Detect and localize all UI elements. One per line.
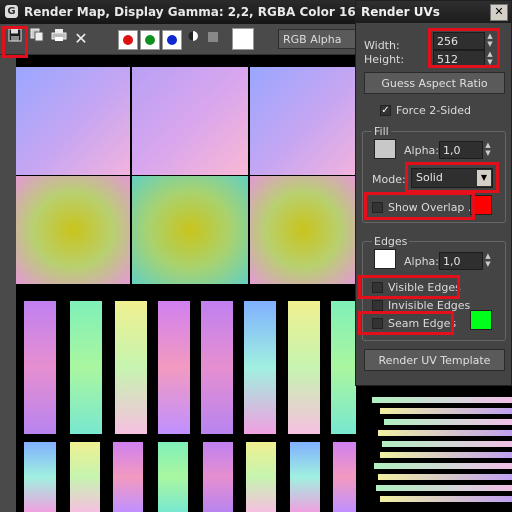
render-uv-template-button[interactable]: Render UV Template (364, 349, 505, 371)
close-icon[interactable]: ✕ (490, 4, 508, 21)
render-uvs-dialog: Render UVs ✕ Width: 256 ▲ ▼ Height: 512 ▲… (355, 0, 512, 386)
render-uvs-title-bar: Render UVs ✕ (356, 1, 511, 23)
mono-icon[interactable] (182, 28, 204, 50)
green-channel-toggle[interactable] (140, 30, 160, 50)
fill-alpha-spinner-icon[interactable]: ▲ ▼ (483, 141, 493, 159)
overlap-color-swatch[interactable] (470, 195, 492, 215)
invisible-edges-checkbox[interactable] (372, 300, 383, 311)
edges-group-title: Edges (372, 235, 410, 248)
guess-aspect-ratio-button[interactable]: Guess Aspect Ratio (364, 72, 505, 94)
mode-dropdown[interactable]: Solid ▼ (411, 168, 493, 188)
background-color-swatch[interactable] (232, 28, 254, 50)
height-input[interactable]: 512 (433, 50, 485, 68)
clear-icon[interactable]: ✕ (70, 28, 92, 50)
visible-edges-checkbox[interactable] (372, 282, 383, 293)
edges-alpha-label: Alpha: (404, 255, 439, 268)
fill-color-swatch[interactable] (374, 139, 396, 159)
show-overlap-checkbox[interactable] (372, 202, 383, 213)
force-two-sided-checkbox[interactable]: ✓ (380, 105, 391, 116)
canvas-left-border (0, 55, 16, 512)
edges-alpha-input[interactable]: 1,0 (439, 252, 483, 270)
fill-alpha-input[interactable]: 1,0 (439, 141, 483, 159)
edges-alpha-spinner-icon[interactable]: ▲ ▼ (483, 252, 493, 270)
seam-edges-label: Seam Edges (388, 317, 457, 330)
save-icon[interactable] (4, 28, 26, 50)
width-input[interactable]: 256 (433, 32, 485, 50)
width-spinner-icon[interactable]: ▲ ▼ (485, 32, 495, 50)
fill-group-title: Fill (372, 125, 391, 138)
height-label: Height: (364, 53, 405, 66)
invisible-edges-label: Invisible Edges (388, 299, 471, 312)
mode-value: Solid (416, 171, 443, 184)
edge-color-swatch[interactable] (374, 249, 396, 269)
channel-select[interactable]: RGB Alpha (278, 29, 356, 49)
show-overlap-label: Show Overlap .. (388, 201, 475, 214)
force-two-sided-label: Force 2-Sided (396, 104, 471, 117)
print-icon[interactable] (48, 28, 70, 50)
copy-icon[interactable] (26, 28, 48, 50)
height-spinner-icon[interactable]: ▲ ▼ (485, 50, 495, 68)
chevron-down-icon: ▼ (477, 170, 491, 186)
width-label: Width: (364, 39, 400, 52)
fill-alpha-label: Alpha: (404, 144, 439, 157)
blue-channel-toggle[interactable] (162, 30, 182, 50)
render-uvs-title: Render UVs (361, 5, 440, 19)
visible-edges-label: Visible Edges (388, 281, 461, 294)
alpha-channel-icon[interactable] (202, 28, 224, 50)
app-icon: G (5, 5, 18, 18)
mode-label: Mode: (372, 173, 406, 186)
seam-color-swatch[interactable] (470, 310, 492, 330)
seam-edges-checkbox[interactable] (372, 318, 383, 329)
red-channel-toggle[interactable] (118, 30, 138, 50)
